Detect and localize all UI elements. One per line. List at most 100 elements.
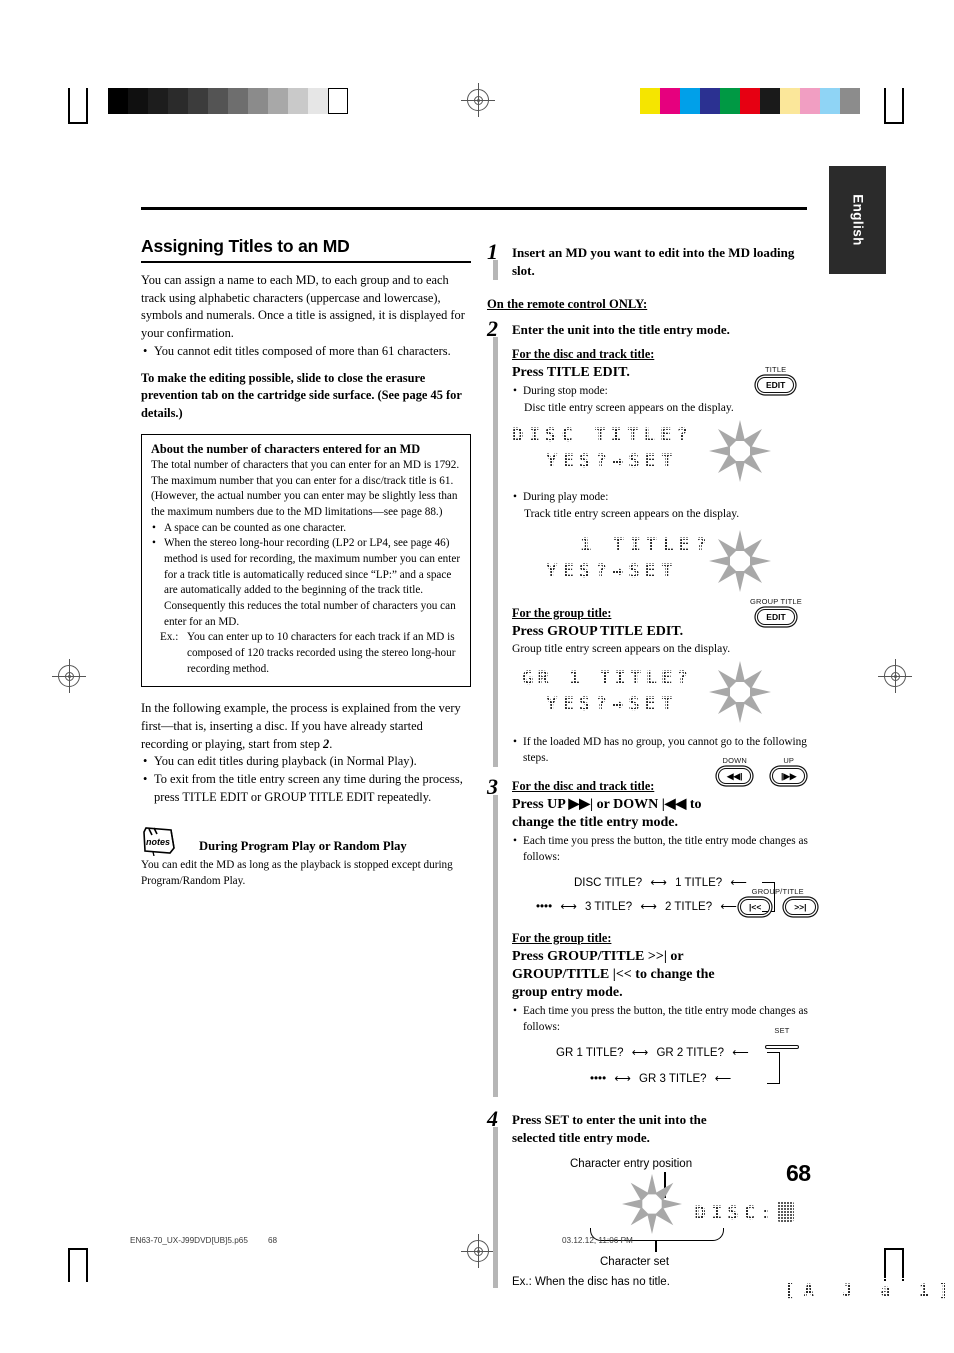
step-2-press-group-title-edit: Press GROUP TITLE EDIT.: [512, 623, 684, 639]
flow-loop-connector: [767, 1052, 780, 1085]
key-group-title-pair[interactable]: GROUP/TITLE |<< >>|: [740, 888, 816, 915]
gray-patch: [208, 88, 228, 114]
right-column: 1 Insert an MD you want to edit into the…: [487, 239, 954, 1305]
lcd-character-entry: DISC: [A J a 1]: [512, 1174, 954, 1305]
flow-group-row1: GR 1 TITLE? ⟷ GR 2 TITLE? ⟵: [556, 1045, 754, 1059]
registration-mark-right: [878, 659, 912, 693]
flow-node: GR 3 TITLE?: [639, 1073, 707, 1086]
lcd-group-title-line2: YES?→SET: [546, 691, 678, 718]
lcd-track-title-line1: 1 TITLE?: [580, 531, 712, 558]
key-up-cap: UP: [783, 756, 795, 765]
lcd-disc-title: DISC TITLE? YES?→SET: [512, 419, 817, 486]
box-body: The total number of characters that you …: [151, 458, 460, 518]
box-example-label: Ex.:: [160, 631, 179, 644]
double-arrow-icon: ⟷: [650, 876, 667, 889]
key-group-title-edit-button[interactable]: EDIT: [757, 608, 795, 625]
character-count-box: About the number of characters entered f…: [141, 433, 471, 688]
lcd-disc-title-line1: DISC TITLE?: [512, 421, 693, 448]
key-set-cap: SET: [774, 1026, 790, 1035]
color-patch: [720, 88, 740, 114]
step-3-press-updown: Press UP ▶▶| or DOWN |◀◀ to change the t…: [512, 796, 702, 831]
box-example: Ex.: You can enter up to 10 characters f…: [151, 630, 461, 677]
key-down[interactable]: DOWN ◀◀|: [718, 756, 752, 784]
lcd-track-title-line2: YES?→SET: [546, 557, 678, 584]
key-set[interactable]: SET: [765, 1027, 799, 1054]
registration-mark-left: [52, 659, 86, 693]
manual-page: English 68 Assigning Titles to an MD You…: [0, 0, 954, 1353]
box-heading: About the number of characters entered f…: [151, 441, 421, 456]
step-2-play-mode-text: Track title entry screen appears on the …: [524, 506, 740, 520]
gray-patch: [108, 88, 128, 114]
step-4-bar: [493, 1127, 498, 1289]
intro-paragraph: You can assign a name to each MD, to eac…: [141, 273, 465, 341]
color-patch: [840, 88, 860, 114]
lcd-track-title: 1 TITLE? YES?→SET: [512, 529, 817, 598]
example-intro-a: In the following example, the process is…: [141, 701, 461, 751]
language-tab-label: English: [850, 194, 865, 246]
callout-top-label: Character entry position: [570, 1158, 693, 1171]
gray-patch: [248, 88, 268, 114]
step-2-text: Enter the unit into the title entry mode…: [512, 322, 730, 337]
color-patch: [680, 88, 700, 114]
step-4: 4 Press SET to enter the unit into the s…: [487, 1106, 954, 1305]
registration-mark-bottom: [461, 1234, 495, 1268]
double-arrow-icon: ⟷: [614, 1073, 631, 1086]
double-arrow-icon: ⟷: [560, 900, 577, 913]
gray-patch: [188, 88, 208, 114]
key-title-edit-button[interactable]: EDIT: [757, 376, 795, 393]
arrow-left-icon: ⟵: [732, 1047, 749, 1060]
remote-only-label: On the remote control ONLY:: [487, 297, 648, 311]
step-1: 1 Insert an MD you want to edit into the…: [487, 239, 817, 286]
arrow-left-icon: ⟵: [714, 1073, 732, 1086]
lcd-disc-title-line2: YES?→SET: [546, 447, 678, 474]
key-group-title-next-button[interactable]: >>|: [785, 898, 816, 915]
flow-node: 2 TITLE?: [665, 900, 713, 913]
gray-patch: [328, 88, 348, 114]
key-down-button[interactable]: ◀◀|: [718, 767, 752, 784]
flow-node: ••••: [536, 900, 553, 913]
gray-patch: [268, 88, 288, 114]
gray-patch: [128, 88, 148, 114]
step-4-text: Press SET to enter the unit into the sel…: [512, 1112, 707, 1145]
color-patch: [740, 88, 760, 114]
callout-leader-line: [655, 1240, 657, 1253]
blink-starburst: [709, 661, 771, 724]
footer-timestamp: 03.12.12, 11:06 PM: [562, 1236, 633, 1245]
header-rule: [141, 207, 807, 210]
color-control-bars: [640, 88, 860, 114]
page-title: Assigning Titles to an MD: [141, 236, 350, 256]
color-patch: [800, 88, 820, 114]
key-up-button[interactable]: |▶▶: [772, 767, 806, 784]
erasure-note: To make the editing possible, slide to c…: [141, 370, 462, 421]
lcd-group-title: GR 1 TITLE? YES?→SET: [512, 661, 817, 731]
example-intro-b: .: [329, 736, 333, 751]
gray-patch: [288, 88, 308, 114]
key-group-title-edit[interactable]: GROUP TITLE EDIT: [750, 598, 802, 625]
box-bullet-space: A space can be counted as one character.: [151, 521, 461, 537]
key-title-edit[interactable]: TITLE EDIT: [757, 365, 795, 393]
arrow-left-icon: ⟵: [730, 876, 747, 889]
gray-patch: [148, 88, 168, 114]
key-down-cap: DOWN: [722, 756, 747, 765]
step-1-text: Insert an MD you want to edit into the M…: [512, 245, 795, 278]
key-group-title-pair-cap: GROUP/TITLE: [751, 887, 804, 896]
key-set-button[interactable]: [765, 1044, 799, 1049]
flow-node: DISC TITLE?: [574, 876, 643, 889]
color-patch: [700, 88, 720, 114]
flow-node: ••••: [590, 1073, 607, 1086]
flow-track-row2: •••• ⟷ 3 TITLE? ⟷ 2 TITLE? ⟵: [536, 899, 742, 913]
key-group-title-prev-button[interactable]: |<<: [740, 898, 771, 915]
key-up[interactable]: UP |▶▶: [772, 756, 806, 784]
gray-patch: [308, 88, 328, 114]
svg-text:notes: notes: [146, 837, 170, 847]
lcd-group-title-line1: GR 1 TITLE?: [522, 665, 692, 692]
gray-patch: [228, 88, 248, 114]
flow-node: GR 2 TITLE?: [656, 1047, 724, 1060]
footer-filename: EN63-70_UX-J99DVD[UB]5.p65: [130, 1236, 248, 1245]
arrow-left-icon: ⟵: [720, 900, 737, 913]
key-title-edit-cap: TITLE: [764, 365, 787, 374]
footer-page: 68: [268, 1236, 278, 1245]
example-intro: In the following example, the process is…: [141, 700, 471, 753]
box-bullet-longhour: When the stereo long-hour recording (LP2…: [151, 536, 461, 630]
notes-icon: notes: [141, 826, 181, 856]
